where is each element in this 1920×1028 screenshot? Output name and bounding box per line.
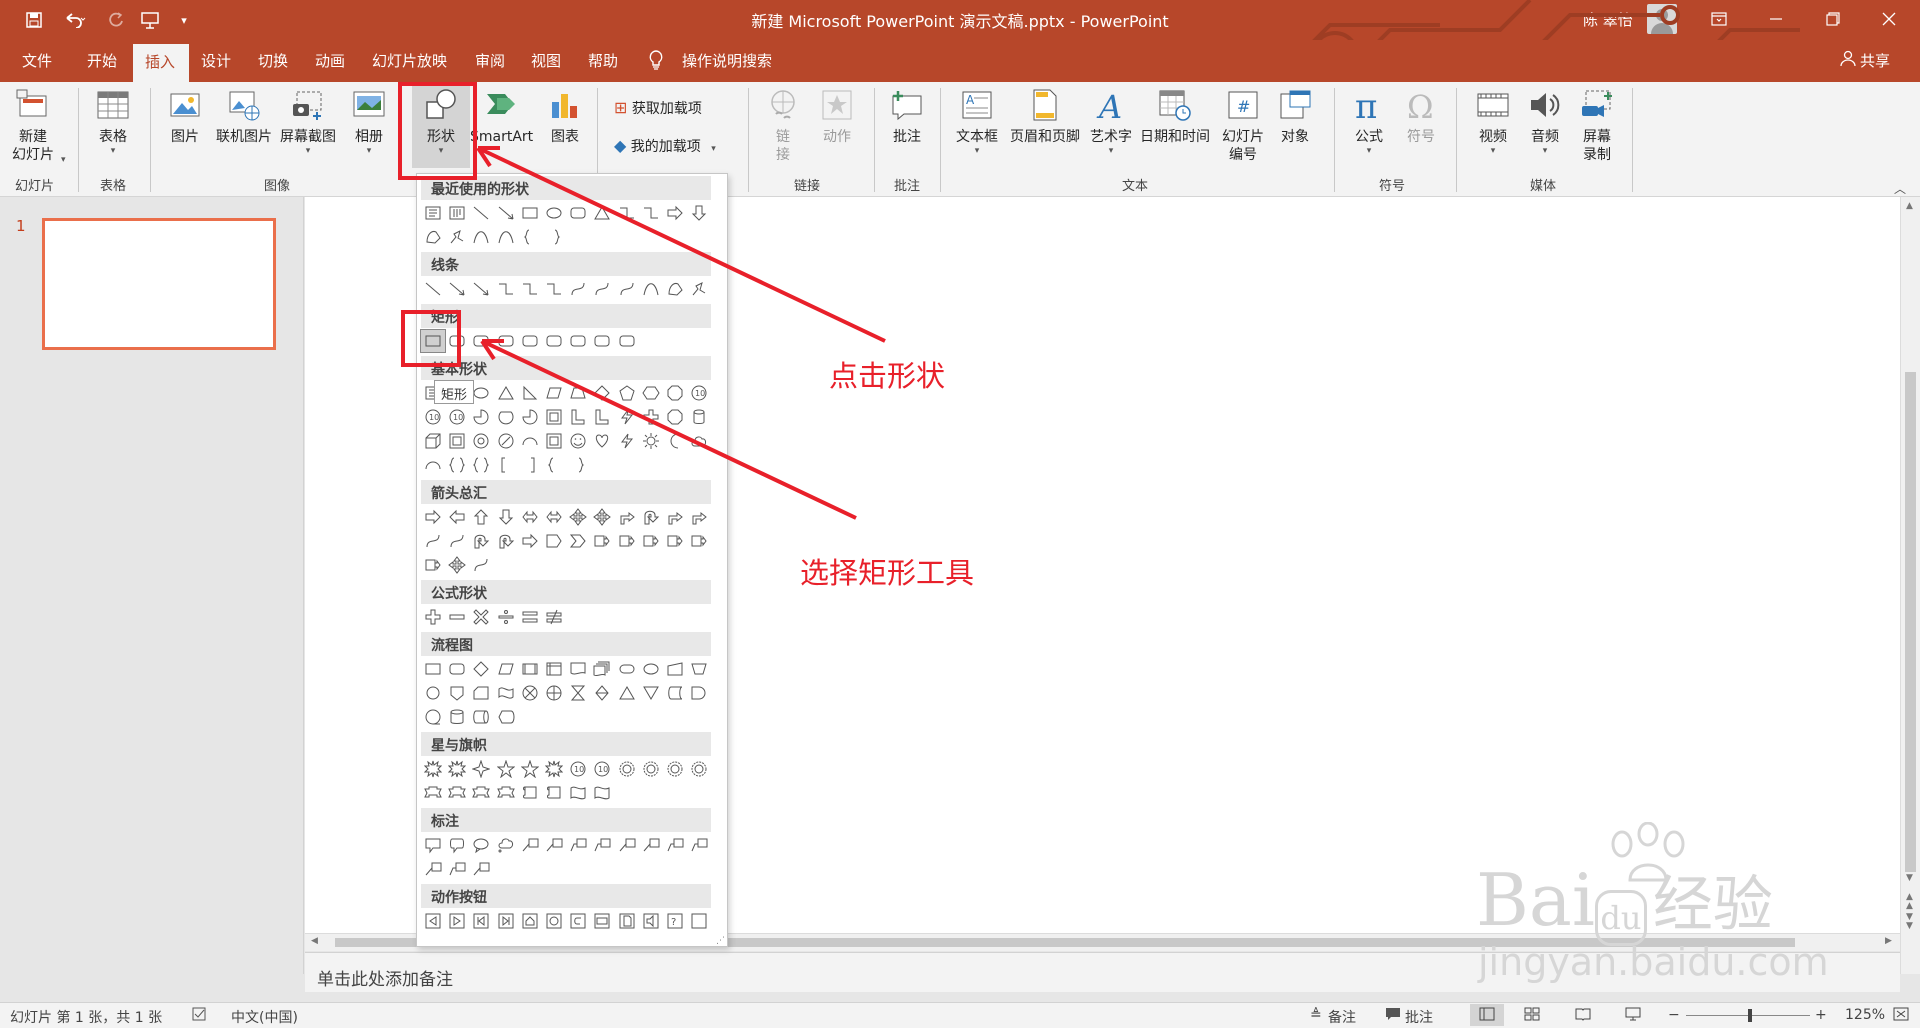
watermark-paw-icon <box>1611 822 1685 882</box>
annotation-select-rect: 选择矩形工具 <box>800 556 975 590</box>
watermark-url: jingyan.baidu.com <box>1478 940 1829 984</box>
annotation-click-shape: 点击形状 <box>829 359 946 393</box>
